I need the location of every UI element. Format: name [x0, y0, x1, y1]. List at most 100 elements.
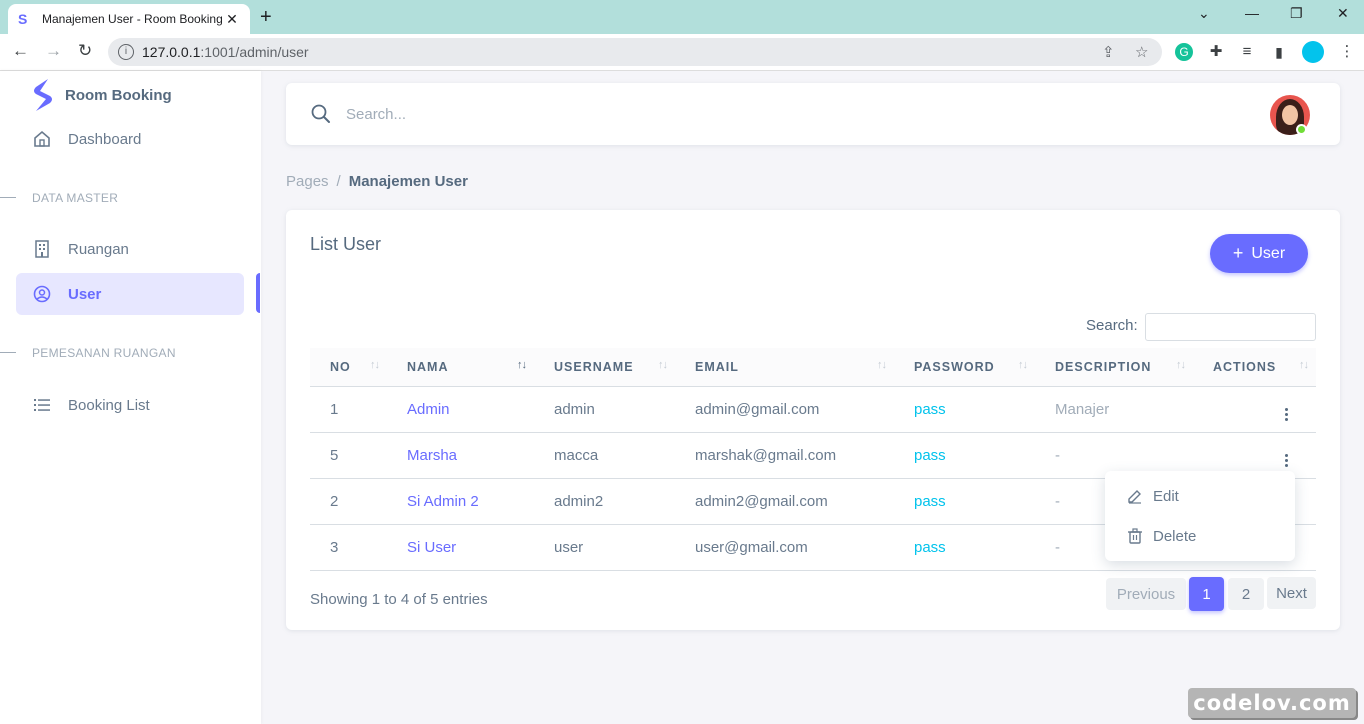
cell-nama[interactable]: Si User: [387, 524, 534, 571]
bookmark-star-icon[interactable]: ☆: [1135, 43, 1148, 61]
pencil-icon: [1128, 490, 1141, 504]
table-header-row: NO ↑↓ NAMA ↑↓ USERNAME ↑↓ EMAIL ↑↓ PASSWORD ↑…: [310, 348, 1316, 387]
address-bar[interactable]: i 127.0.0.1:1001/admin/user ⇪ ☆: [108, 38, 1162, 66]
site-info-icon[interactable]: i: [118, 44, 134, 60]
pagination-next[interactable]: Next: [1267, 577, 1316, 609]
card-title: List User: [310, 234, 382, 254]
restore-icon[interactable]: ❐: [1290, 5, 1303, 22]
cell-username: admin2: [534, 478, 675, 525]
cell-password: pass: [894, 524, 1035, 571]
new-tab-icon[interactable]: +: [260, 6, 272, 29]
dropdown-item-label: Edit: [1153, 487, 1179, 505]
dropdown-item-delete[interactable]: Delete: [1105, 516, 1295, 556]
cell-no: 2: [310, 478, 387, 525]
sort-icon: ↑↓: [1176, 359, 1186, 371]
user-list-card: List User + User Search: NO ↑↓ NAMA ↑↓ USE…: [286, 210, 1340, 630]
column-header-no[interactable]: NO ↑↓: [310, 348, 387, 387]
add-user-button[interactable]: + User: [1210, 234, 1308, 273]
breadcrumb-current: Manajemen User: [348, 173, 468, 190]
list-icon: [32, 395, 52, 415]
menu-header-pemesanan: PEMESANAN RUANGAN: [32, 346, 176, 360]
browser-tabbar: S Manajemen User - Room Booking ✕ + ⌄ — …: [0, 0, 1364, 34]
dropdown-item-edit[interactable]: Edit: [1105, 476, 1295, 516]
sidebar-item-user[interactable]: User: [16, 273, 244, 315]
menu-header-data-master: DATA MASTER: [32, 191, 119, 205]
breadcrumb: Pages / Manajemen User: [286, 173, 468, 190]
back-icon[interactable]: ←: [12, 41, 29, 61]
media-icon[interactable]: ≡: [1238, 43, 1256, 61]
sidebar-item-dashboard[interactable]: Dashboard: [16, 118, 244, 160]
brand-name: Room Booking: [65, 86, 172, 104]
cell-email: admin2@gmail.com: [675, 478, 894, 525]
kebab-icon[interactable]: [1285, 407, 1288, 421]
sidebar-item-ruangan[interactable]: Ruangan: [16, 228, 244, 270]
tab-search-icon[interactable]: ⌄: [1198, 5, 1210, 22]
cell-username: user: [534, 524, 675, 571]
cell-nama[interactable]: Si Admin 2: [387, 478, 534, 525]
menu-dots-icon[interactable]: ⋮: [1338, 43, 1356, 61]
home-icon: [32, 129, 52, 149]
cell-username: admin: [534, 386, 675, 433]
pagination-page-1[interactable]: 1: [1189, 577, 1224, 611]
favicon-icon: S: [18, 11, 28, 27]
sidebar-item-label: Dashboard: [68, 130, 142, 148]
sort-icon: ↑↓: [1018, 359, 1028, 371]
browser-toolbar: ← → ↻ i 127.0.0.1:1001/admin/user ⇪ ☆ G …: [0, 34, 1364, 71]
column-header-description[interactable]: DESCRIPTION ↑↓: [1035, 348, 1193, 387]
pagination-previous[interactable]: Previous: [1106, 578, 1186, 610]
breadcrumb-parent[interactable]: Pages: [286, 173, 329, 190]
table-info: Showing 1 to 4 of 5 entries: [310, 591, 488, 608]
close-window-icon[interactable]: ✕: [1337, 5, 1349, 22]
breadcrumb-separator: /: [336, 173, 341, 190]
cell-nama[interactable]: Marsha: [387, 432, 534, 479]
watermark: codelov.com: [1188, 688, 1356, 718]
reload-icon[interactable]: ↻: [78, 41, 92, 61]
sidebar: Room Booking Dashboard DATA MASTER Ruang…: [0, 71, 261, 724]
column-header-actions[interactable]: ACTIONS ↑↓: [1193, 348, 1316, 387]
top-navbar: [286, 83, 1340, 145]
extensions-icon[interactable]: ✚: [1207, 43, 1225, 61]
cell-no: 5: [310, 432, 387, 479]
divider: [0, 352, 16, 353]
cell-username: macca: [534, 432, 675, 479]
sort-icon: ↑↓: [658, 359, 668, 371]
column-header-username[interactable]: USERNAME ↑↓: [534, 348, 675, 387]
column-header-email[interactable]: EMAIL ↑↓: [675, 348, 894, 387]
trash-icon: [1128, 528, 1142, 544]
building-icon: [32, 239, 52, 259]
column-header-nama[interactable]: NAMA ↑↓: [387, 348, 534, 387]
cell-password: pass: [894, 432, 1035, 479]
sidebar-item-label: Booking List: [68, 396, 150, 414]
sidebar-item-label: User: [68, 285, 102, 303]
minimize-icon[interactable]: —: [1245, 5, 1259, 21]
cell-nama[interactable]: Admin: [387, 386, 534, 433]
brand[interactable]: Room Booking: [32, 79, 172, 111]
kebab-icon[interactable]: [1285, 453, 1288, 467]
search-icon: [311, 104, 330, 123]
table-search-label: Search:: [1086, 317, 1138, 334]
column-header-password[interactable]: PASSWORD ↑↓: [894, 348, 1035, 387]
grammarly-icon[interactable]: G: [1175, 43, 1193, 61]
sidebar-item-label: Ruangan: [68, 240, 129, 258]
cell-email: admin@gmail.com: [675, 386, 894, 433]
user-circle-icon: [32, 284, 52, 304]
sidebar-item-booking-list[interactable]: Booking List: [16, 384, 244, 426]
pagination-page-2[interactable]: 2: [1228, 578, 1264, 610]
close-tab-icon[interactable]: ✕: [224, 11, 240, 28]
divider: [0, 197, 16, 198]
share-icon[interactable]: ⇪: [1102, 43, 1115, 61]
sort-icon: ↑↓: [370, 359, 380, 371]
cell-password: pass: [894, 386, 1035, 433]
online-status-dot: [1296, 124, 1307, 135]
search-input[interactable]: [346, 101, 846, 127]
side-panel-icon[interactable]: ▮: [1270, 43, 1288, 61]
active-indicator: [256, 273, 260, 313]
table-search-input[interactable]: [1145, 313, 1316, 341]
forward-icon[interactable]: →: [45, 41, 62, 61]
browser-tab[interactable]: S Manajemen User - Room Booking ✕: [8, 4, 250, 34]
url-host: 127.0.0.1: [142, 44, 201, 60]
dropdown-item-label: Delete: [1153, 527, 1197, 545]
profile-icon[interactable]: [1302, 41, 1324, 63]
cell-email: marshak@gmail.com: [675, 432, 894, 479]
cell-no: 3: [310, 524, 387, 571]
